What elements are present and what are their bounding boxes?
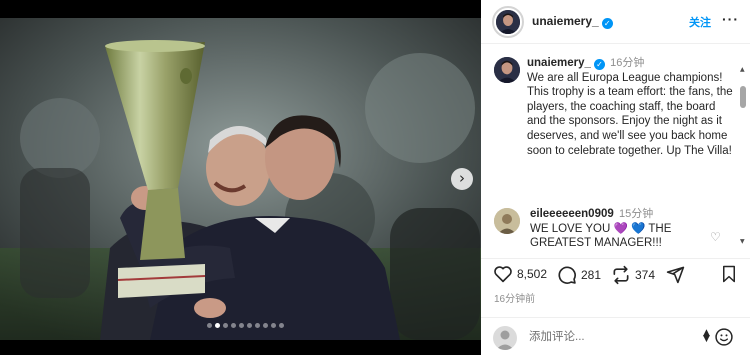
repost-count: 374 [635, 268, 656, 282]
author-username-text[interactable]: unaiemery_ [532, 14, 599, 28]
save-button[interactable] [721, 265, 737, 283]
emoji-smiley-icon[interactable] [714, 327, 734, 347]
carousel-dot [207, 323, 212, 328]
carousel-dot [239, 323, 244, 328]
comments-scrollbar[interactable]: ▲ ▼ [739, 66, 747, 245]
post-header: unaiemery_ ✓ 关注 ··· [481, 0, 750, 44]
post-actions-bar: 8,502 281 374 [481, 258, 750, 286]
commenter-avatar[interactable] [494, 208, 520, 234]
repost-button[interactable]: 374 [611, 265, 655, 285]
verified-badge-icon: ✓ [601, 18, 613, 29]
caption-text: We are all Europa League champions! This… [527, 71, 733, 157]
carousel-dot [223, 323, 228, 328]
post-side-panel: unaiemery_ ✓ 关注 ··· unaiemery_ ✓ 16分钟 We a… [481, 0, 750, 355]
sort-arrows-icon[interactable]: ▲ ▼ [703, 329, 710, 344]
carousel-dot [255, 323, 260, 328]
comment-count: 281 [581, 268, 602, 282]
post-timestamp[interactable]: 16分钟前 [494, 290, 535, 305]
like-count: 8,502 [517, 267, 548, 281]
comment-like-heart-icon[interactable]: ♡ [710, 230, 721, 244]
send-icon[interactable] [666, 265, 685, 284]
carousel-dot [263, 323, 268, 328]
caption-author-avatar[interactable] [494, 57, 520, 83]
comment-composer: ▲▼ [481, 317, 750, 355]
post-photo [0, 18, 481, 340]
comment-item: eileeeeeen0909 15分钟 WE LOVE YOU 💜 💙 THE … [530, 207, 715, 250]
bookmark-icon[interactable] [721, 265, 737, 283]
scroll-up-icon[interactable]: ▲ [740, 66, 745, 73]
author-avatar-ring[interactable] [492, 6, 524, 38]
more-options-icon[interactable]: ··· [722, 11, 739, 27]
scrollbar-thumb[interactable] [740, 86, 746, 108]
photo-illustration [0, 18, 481, 340]
add-comment-input[interactable] [529, 328, 699, 346]
caption-time: 16分钟 [610, 57, 645, 69]
caption-username[interactable]: unaiemery_ [527, 57, 591, 69]
scroll-down-icon[interactable]: ▼ [740, 238, 745, 245]
follow-button[interactable]: 关注 [689, 14, 711, 30]
carousel-dots [207, 323, 284, 328]
repost-icon[interactable] [611, 265, 631, 285]
post-media-pane[interactable]: › [0, 0, 481, 355]
emoji-button[interactable] [714, 327, 734, 352]
carousel-dot [231, 323, 236, 328]
carousel-dot [271, 323, 276, 328]
carousel-dot [247, 323, 252, 328]
post-caption: unaiemery_ ✓ 16分钟 We are all Europa Leagu… [527, 56, 737, 158]
blue-heart-icon: 💙 [631, 222, 646, 235]
like-button[interactable]: 8,502 [493, 265, 547, 283]
purple-heart-icon: 💜 [613, 222, 628, 235]
comment-bubble-icon[interactable] [557, 265, 577, 285]
author-avatar[interactable] [496, 10, 520, 34]
carousel-next-button[interactable]: › [451, 168, 473, 190]
comments-section[interactable]: unaiemery_ ✓ 16分钟 We are all Europa Leagu… [481, 45, 750, 250]
heart-icon[interactable] [493, 265, 513, 283]
comment-text-start: WE LOVE YOU [530, 222, 614, 235]
share-button[interactable] [666, 265, 685, 284]
carousel-dot [279, 323, 284, 328]
comment-time: 15分钟 [618, 208, 654, 220]
comment-button[interactable]: 281 [557, 265, 601, 285]
author-username[interactable]: unaiemery_ ✓ [532, 14, 613, 29]
current-user-avatar [493, 326, 517, 350]
verified-badge-icon: ✓ [593, 59, 605, 70]
comment-username[interactable]: eileeeeeen0909 [530, 208, 614, 220]
carousel-dot [215, 323, 220, 328]
